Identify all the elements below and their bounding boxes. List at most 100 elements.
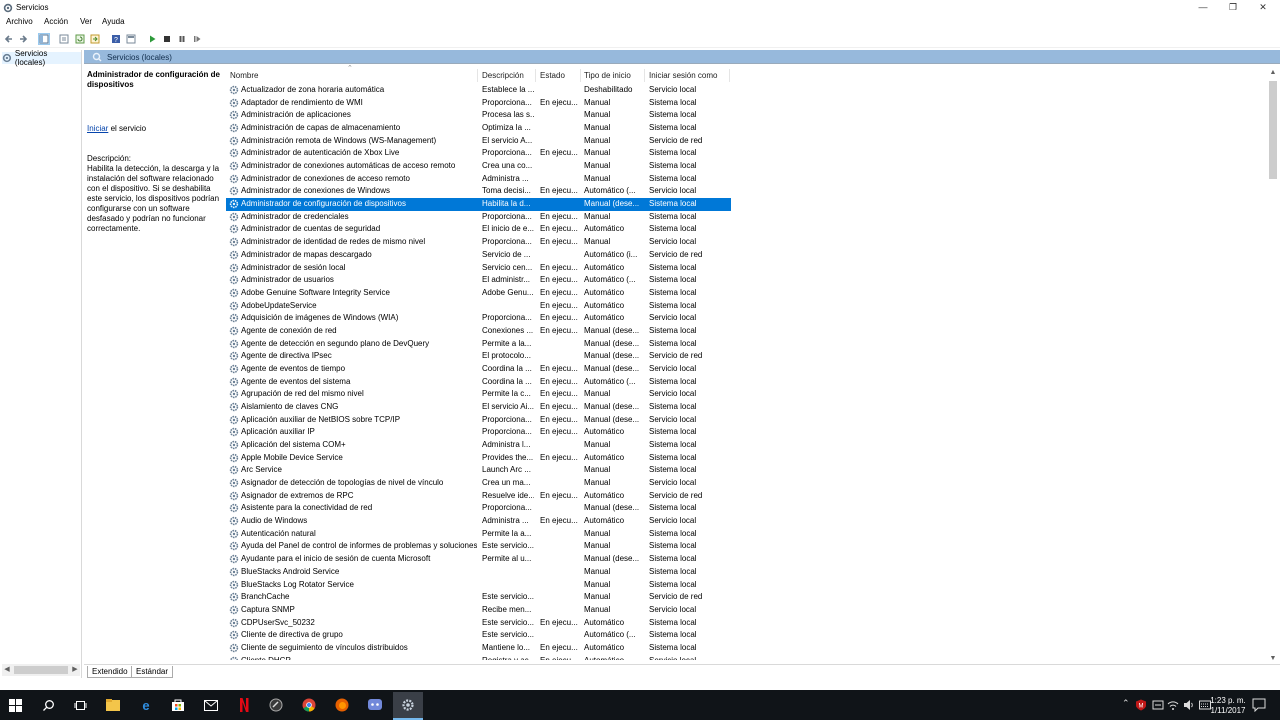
volume-icon[interactable] xyxy=(1181,697,1197,713)
service-row[interactable]: Autenticación natural Permite la a... Manu… xyxy=(226,528,731,541)
network-icon[interactable] xyxy=(1165,697,1181,713)
scrollbar-thumb[interactable] xyxy=(14,666,68,674)
service-row[interactable]: Asignador de detección de topologías de … xyxy=(226,477,731,490)
menu-accion[interactable]: Acción xyxy=(44,17,68,26)
service-row[interactable]: Aplicación del sistema COM+ Administra l.… xyxy=(226,439,731,452)
service-row[interactable]: Arc Service Launch Arc ... Manual Sistema … xyxy=(226,464,731,477)
service-row[interactable]: Administrador de credenciales Proporciona… xyxy=(226,211,731,224)
tab-extended[interactable]: Extendido xyxy=(87,666,133,678)
task-view-icon[interactable] xyxy=(70,695,90,715)
service-row[interactable]: Cliente DHCP Registra y ac... En ejecu... A… xyxy=(226,655,731,660)
service-row[interactable]: Administrador de autenticación de Xbox L… xyxy=(226,147,731,160)
service-row[interactable]: Administrador de usuarios El administr...… xyxy=(226,274,731,287)
edge-browser-icon[interactable]: e xyxy=(136,695,156,715)
column-divider[interactable] xyxy=(644,69,645,82)
start-service-link[interactable]: Iniciar xyxy=(87,124,108,133)
column-header-state[interactable]: Estado xyxy=(540,71,565,80)
column-divider[interactable] xyxy=(477,69,478,82)
service-row[interactable]: CDPUserSvc_50232 Este servicio... En ejecu… xyxy=(226,617,731,630)
column-divider[interactable] xyxy=(729,69,730,82)
service-row[interactable]: Asistente para la conectividad de red Pro… xyxy=(226,502,731,515)
service-row[interactable]: Adquisición de imágenes de Windows (WIA)… xyxy=(226,312,731,325)
service-row[interactable]: Aislamiento de claves CNG El servicio Ai.… xyxy=(226,401,731,414)
scroll-left-icon[interactable]: ◀ xyxy=(2,664,12,676)
service-row[interactable]: Administración remota de Windows (WS-Man… xyxy=(226,135,731,148)
service-row[interactable]: BranchCache Este servicio... Manual Servici… xyxy=(226,591,731,604)
service-row[interactable]: Administrador de configuración de dispos… xyxy=(226,198,731,211)
service-row[interactable]: Cliente de seguimiento de vínculos distr… xyxy=(226,642,731,655)
chrome-icon[interactable] xyxy=(299,695,319,715)
mcafee-icon[interactable]: M xyxy=(1133,697,1149,713)
show-hidden-icons-icon[interactable]: ⌃ xyxy=(1122,698,1130,709)
close-button[interactable]: ✕ xyxy=(1248,0,1278,15)
service-row[interactable]: Administrador de conexiones de Windows To… xyxy=(226,185,731,198)
discord-icon[interactable] xyxy=(365,695,385,715)
column-divider[interactable] xyxy=(580,69,581,82)
search-icon[interactable] xyxy=(38,695,58,715)
column-divider[interactable] xyxy=(535,69,536,82)
help-icon[interactable]: ? xyxy=(110,33,122,45)
service-row[interactable]: Aplicación auxiliar IP Proporciona... En e… xyxy=(226,426,731,439)
start-windows-icon[interactable] xyxy=(5,695,25,715)
scroll-right-icon[interactable]: ▶ xyxy=(70,664,80,676)
service-row[interactable]: Administrador de cuentas de seguridad El … xyxy=(226,223,731,236)
refresh-icon[interactable] xyxy=(74,33,86,45)
tab-standard[interactable]: Estándar xyxy=(131,666,174,678)
firefox-icon[interactable] xyxy=(332,695,352,715)
service-row[interactable]: Administrador de mapas descargado Servici… xyxy=(226,249,731,262)
taskbar-clock[interactable]: 1:23 p. m. 1/11/2017 xyxy=(1203,696,1253,716)
menu-ayuda[interactable]: Ayuda xyxy=(102,17,125,26)
service-row[interactable]: BlueStacks Log Rotator Service Manual Sist… xyxy=(226,579,731,592)
forward-icon[interactable] xyxy=(17,33,29,45)
service-row[interactable]: Ayudante para el inicio de sesión de cue… xyxy=(226,553,731,566)
service-row[interactable]: Agente de directiva IPsec El protocolo...… xyxy=(226,350,731,363)
service-row[interactable]: Administrador de conexiones automáticas … xyxy=(226,160,731,173)
service-row[interactable]: Agente de eventos del sistema Coordina la… xyxy=(226,376,731,389)
menu-ver[interactable]: Ver xyxy=(80,17,92,26)
show-hide-console-tree-icon[interactable] xyxy=(38,33,50,45)
netflix-icon[interactable] xyxy=(234,695,254,715)
service-row[interactable]: Agente de conexión de red Conexiones ... E… xyxy=(226,325,731,338)
column-header-description[interactable]: Descripción xyxy=(482,71,524,80)
service-row[interactable]: Aplicación auxiliar de NetBIOS sobre TCP… xyxy=(226,414,731,427)
service-row[interactable]: Administrador de sesión local Servicio ce… xyxy=(226,262,731,275)
service-row[interactable]: Administrador de identidad de redes de m… xyxy=(226,236,731,249)
service-row[interactable]: Adaptador de rendimiento de WMI Proporcio… xyxy=(226,97,731,110)
service-row[interactable]: Apple Mobile Device Service Provides the.… xyxy=(226,452,731,465)
stop-service-icon[interactable] xyxy=(161,33,173,45)
service-row[interactable]: Cliente de directiva de grupo Este servic… xyxy=(226,629,731,642)
store-icon[interactable] xyxy=(168,695,188,715)
onedrive-icon[interactable] xyxy=(1150,697,1166,713)
back-icon[interactable] xyxy=(3,33,15,45)
start-service-icon[interactable] xyxy=(146,33,158,45)
service-row[interactable]: Captura SNMP Recibe men... Manual Servicio … xyxy=(226,604,731,617)
minimize-button[interactable]: — xyxy=(1188,0,1218,15)
service-row[interactable]: Agente de detección en segundo plano de … xyxy=(226,338,731,351)
pause-service-icon[interactable] xyxy=(176,33,188,45)
column-header-startup-type[interactable]: Tipo de inicio xyxy=(584,71,631,80)
service-row[interactable]: Ayuda del Panel de control de informes d… xyxy=(226,540,731,553)
service-row[interactable]: BlueStacks Android Service Manual Sistema … xyxy=(226,566,731,579)
list-vertical-scrollbar[interactable]: ▲ ▼ xyxy=(1266,67,1280,665)
services-taskbar-icon[interactable] xyxy=(393,692,423,720)
service-row[interactable]: Administración de aplicaciones Procesa la… xyxy=(226,109,731,122)
action-center-icon[interactable] xyxy=(1252,698,1266,713)
service-row[interactable]: Audio de Windows Administra ... En ejecu..… xyxy=(226,515,731,528)
service-row[interactable]: Actualizador de zona horaria automática E… xyxy=(226,84,731,97)
service-row[interactable]: Administración de capas de almacenamient… xyxy=(226,122,731,135)
view-icon[interactable] xyxy=(125,33,137,45)
properties-icon[interactable] xyxy=(58,33,70,45)
mail-icon[interactable] xyxy=(201,695,221,715)
tree-item-services-local[interactable]: Servicios (locales) xyxy=(2,49,81,67)
file-explorer-icon[interactable] xyxy=(103,695,123,715)
service-row[interactable]: Agente de eventos de tiempo Coordina la .… xyxy=(226,363,731,376)
column-header-logon-as[interactable]: Iniciar sesión como xyxy=(649,71,717,80)
restart-service-icon[interactable] xyxy=(191,33,203,45)
service-row[interactable]: AdobeUpdateService En ejecu... Automático S… xyxy=(226,300,731,313)
tree-horizontal-scrollbar[interactable]: ◀ ▶ xyxy=(2,664,80,676)
export-list-icon[interactable] xyxy=(89,33,101,45)
service-row[interactable]: Administrador de conexiones de acceso re… xyxy=(226,173,731,186)
service-row[interactable]: Asignador de extremos de RPC Resuelve ide… xyxy=(226,490,731,503)
scrollbar-thumb[interactable] xyxy=(1269,81,1277,179)
column-header-name[interactable]: Nombre xyxy=(230,71,258,80)
